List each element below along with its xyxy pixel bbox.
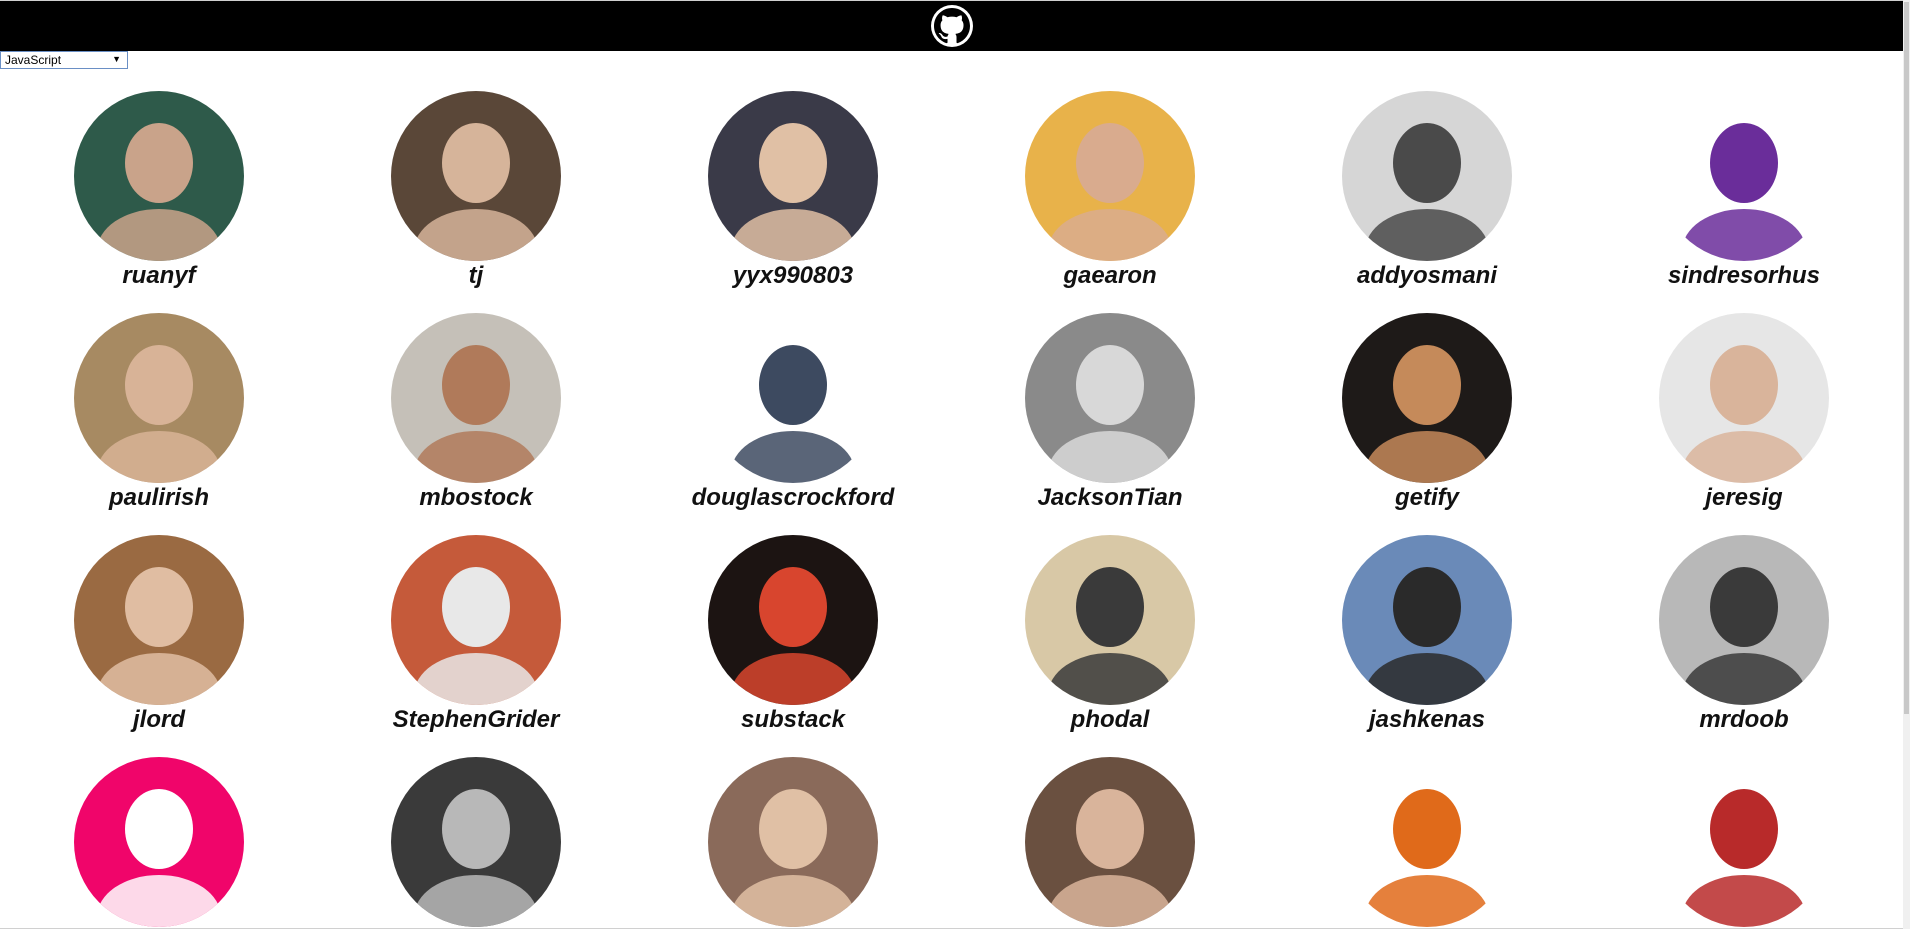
- user-avatar[interactable]: [1659, 757, 1829, 927]
- user-card[interactable]: mbostock: [317, 313, 635, 523]
- user-card[interactable]: JacksonTian: [951, 313, 1269, 523]
- username-label[interactable]: tj: [317, 261, 635, 291]
- user-card[interactable]: [0, 757, 318, 929]
- user-avatar[interactable]: [1025, 535, 1195, 705]
- scrollbar-thumb[interactable]: [1904, 2, 1909, 714]
- user-avatar[interactable]: [708, 91, 878, 261]
- user-avatar[interactable]: [74, 91, 244, 261]
- user-card[interactable]: getify: [1268, 313, 1586, 523]
- user-card[interactable]: yyx990803: [634, 91, 952, 301]
- username-label[interactable]: sindresorhus: [1585, 261, 1903, 291]
- username-label[interactable]: getify: [1268, 483, 1586, 513]
- user-avatar[interactable]: [391, 313, 561, 483]
- dropdown-arrow-icon: ▼: [112, 54, 121, 64]
- user-card[interactable]: sindresorhus: [1585, 91, 1903, 301]
- username-label[interactable]: StephenGrider: [317, 705, 635, 735]
- user-avatar[interactable]: [1342, 757, 1512, 927]
- user-avatar[interactable]: [1659, 535, 1829, 705]
- user-card[interactable]: jlord: [0, 535, 318, 745]
- user-avatar[interactable]: [708, 313, 878, 483]
- user-avatar[interactable]: [391, 535, 561, 705]
- user-avatar[interactable]: [1342, 91, 1512, 261]
- user-card[interactable]: [951, 757, 1269, 929]
- github-octocat-icon[interactable]: [930, 5, 973, 47]
- user-avatar[interactable]: [1342, 313, 1512, 483]
- user-card[interactable]: paulirish: [0, 313, 318, 523]
- username-label[interactable]: addyosmani: [1268, 261, 1586, 291]
- user-avatar[interactable]: [1025, 91, 1195, 261]
- username-label[interactable]: substack: [634, 705, 952, 735]
- user-card[interactable]: douglascrockford: [634, 313, 952, 523]
- user-avatar[interactable]: [1342, 535, 1512, 705]
- user-avatar[interactable]: [1025, 757, 1195, 927]
- user-card[interactable]: [1268, 757, 1586, 929]
- user-card[interactable]: StephenGrider: [317, 535, 635, 745]
- user-avatar[interactable]: [391, 757, 561, 927]
- username-label[interactable]: mbostock: [317, 483, 635, 513]
- user-avatar[interactable]: [74, 313, 244, 483]
- username-label[interactable]: yyx990803: [634, 261, 952, 291]
- user-card[interactable]: substack: [634, 535, 952, 745]
- user-avatar[interactable]: [1659, 91, 1829, 261]
- vertical-scrollbar[interactable]: [1903, 0, 1910, 929]
- user-card[interactable]: jeresig: [1585, 313, 1903, 523]
- user-card[interactable]: addyosmani: [1268, 91, 1586, 301]
- user-avatar[interactable]: [391, 91, 561, 261]
- username-label[interactable]: jeresig: [1585, 483, 1903, 513]
- user-card[interactable]: [1585, 757, 1903, 929]
- username-label[interactable]: mrdoob: [1585, 705, 1903, 735]
- user-card[interactable]: phodal: [951, 535, 1269, 745]
- user-avatar[interactable]: [74, 535, 244, 705]
- user-card[interactable]: ruanyf: [0, 91, 318, 301]
- user-avatar-grid: ruanyf tj yyx990803 gaearon addyosmani sindre…: [0, 91, 1903, 929]
- username-label[interactable]: gaearon: [951, 261, 1269, 291]
- username-label[interactable]: JacksonTian: [951, 483, 1269, 513]
- user-card[interactable]: [634, 757, 952, 929]
- user-avatar[interactable]: [708, 535, 878, 705]
- user-card[interactable]: tj: [317, 91, 635, 301]
- user-avatar[interactable]: [1025, 313, 1195, 483]
- user-avatar[interactable]: [1659, 313, 1829, 483]
- user-avatar[interactable]: [74, 757, 244, 927]
- user-avatar[interactable]: [708, 757, 878, 927]
- language-select[interactable]: JavaScript ▼: [0, 51, 128, 69]
- username-label[interactable]: jlord: [0, 705, 318, 735]
- username-label[interactable]: paulirish: [0, 483, 318, 513]
- username-label[interactable]: ruanyf: [0, 261, 318, 291]
- top-header-bar: [0, 1, 1903, 51]
- username-label[interactable]: phodal: [951, 705, 1269, 735]
- user-card[interactable]: mrdoob: [1585, 535, 1903, 745]
- user-card[interactable]: [317, 757, 635, 929]
- user-card[interactable]: jashkenas: [1268, 535, 1586, 745]
- language-select-value: JavaScript: [5, 53, 62, 67]
- user-card[interactable]: gaearon: [951, 91, 1269, 301]
- username-label[interactable]: jashkenas: [1268, 705, 1586, 735]
- username-label[interactable]: douglascrockford: [634, 483, 952, 513]
